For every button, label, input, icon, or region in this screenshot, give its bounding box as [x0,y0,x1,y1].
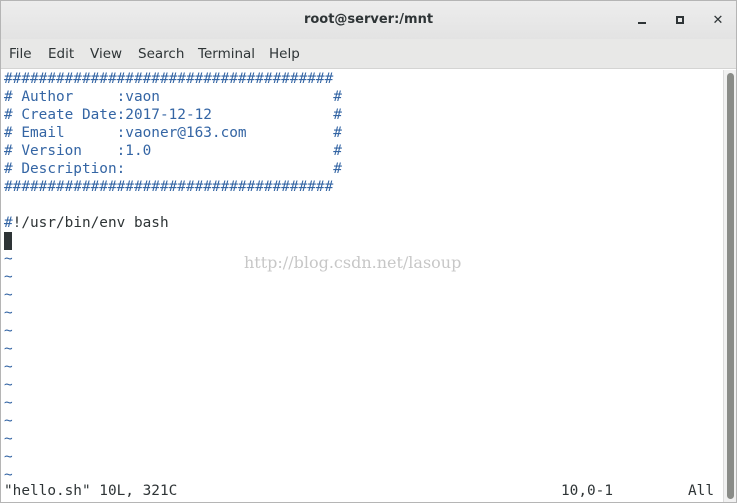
menu-help[interactable]: Help [269,46,300,62]
watermark: http://blog.csdn.net/lasoup [244,253,462,272]
header-line: ###################################### [4,71,334,87]
tilde-marker: ~ [4,431,13,447]
minimize-icon [638,22,646,24]
close-button[interactable]: ✕ [709,11,727,29]
maximize-button[interactable] [671,11,689,29]
shebang-line: #!/usr/bin/env bash [4,214,169,232]
status-position: 10,0-1 [561,483,613,499]
tilde-marker: ~ [4,287,13,303]
title-bar[interactable]: root@server:/mnt ✕ [1,1,736,39]
menu-view[interactable]: View [90,46,122,62]
header-line: # Description: # [4,161,342,177]
vertical-scrollbar[interactable] [723,70,736,502]
header-line: ###################################### [4,179,334,195]
header-line: # Create Date:2017-12-12 # [4,107,342,123]
tilde-marker: ~ [4,323,13,339]
tilde-marker: ~ [4,341,13,357]
menu-terminal[interactable]: Terminal [198,46,255,62]
tilde-marker: ~ [4,359,13,375]
scrollbar-thumb[interactable] [727,73,734,499]
menu-edit[interactable]: Edit [48,46,74,62]
window-title: root@server:/mnt [303,12,434,27]
shebang-hash: # [4,215,13,231]
maximize-icon [676,16,684,24]
shebang-command: !/usr/bin/env bash [12,215,169,231]
menu-bar: File Edit View Search Terminal Help [1,39,736,69]
header-line: # Email :vaoner@163.com # [4,125,342,141]
tilde-marker: ~ [4,251,13,267]
terminal-area[interactable]: ###################################### #… [1,70,723,502]
tilde-marker: ~ [4,395,13,411]
status-scroll: All [688,483,714,499]
tilde-marker: ~ [4,269,13,285]
close-icon: ✕ [712,12,724,28]
terminal-window: root@server:/mnt ✕ File Edit View Search… [0,0,737,503]
menu-search[interactable]: Search [138,46,184,62]
minimize-button[interactable] [633,11,651,29]
tilde-marker: ~ [4,413,13,429]
text-cursor [4,232,12,250]
header-line: # Version :1.0 # [4,143,342,159]
status-file-info: "hello.sh" 10L, 321C [4,483,178,499]
header-line: # Author :vaon # [4,89,342,105]
tilde-marker: ~ [4,305,13,321]
tilde-marker: ~ [4,449,13,465]
menu-file[interactable]: File [9,46,32,62]
tilde-marker: ~ [4,377,13,393]
